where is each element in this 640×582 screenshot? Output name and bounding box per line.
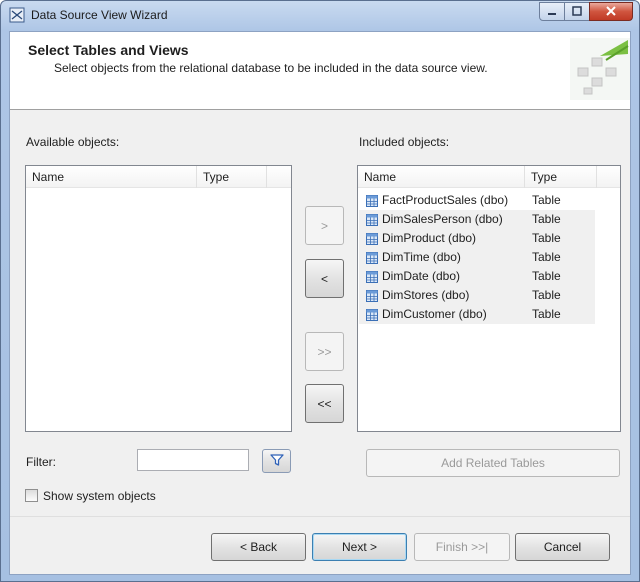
add-all-button[interactable]: >> [305,332,344,371]
table-type-cell: Table [532,193,561,207]
add-related-tables-button[interactable]: Add Related Tables [366,449,620,477]
table-row[interactable]: DimDate (dbo) Table [359,267,595,286]
table-name-cell: DimProduct (dbo) [382,231,477,245]
maximize-icon [572,5,582,19]
table-icon [366,289,378,302]
page-subtitle: Select objects from the relational datab… [54,61,488,75]
table-icon [366,270,378,283]
table-name-cell: DimStores (dbo) [382,288,470,302]
back-button[interactable]: < Back [211,533,306,561]
table-name-cell: DimCustomer (dbo) [382,307,487,321]
finish-button[interactable]: Finish >>| [414,533,510,561]
wizard-header: Select Tables and Views Select objects f… [10,32,630,110]
table-row[interactable]: DimTime (dbo) Table [359,248,595,267]
table-name-cell: DimTime (dbo) [382,250,461,264]
included-name-column[interactable]: Name [358,166,525,188]
table-name-cell: DimSalesPerson (dbo) [382,212,503,226]
included-rows: FactProductSales (dbo) Table DimSalesPerso… [359,191,595,324]
show-system-objects-label[interactable]: Show system objects [43,489,156,503]
table-row[interactable]: FactProductSales (dbo) Table [359,191,595,210]
maximize-button[interactable] [564,2,590,21]
minimize-icon [547,5,557,19]
table-type-cell: Table [532,288,561,302]
table-name-cell: FactProductSales (dbo) [382,193,509,207]
table-icon [366,194,378,207]
wizard-window: Data Source View Wizard Select Tables an… [0,0,640,582]
filter-icon [269,453,284,470]
table-row[interactable]: DimProduct (dbo) Table [359,229,595,248]
wizard-banner-graphic [570,38,630,100]
caption-buttons [539,2,633,21]
next-button[interactable]: Next > [312,533,407,561]
filter-label: Filter: [26,455,56,469]
table-row[interactable]: DimCustomer (dbo) Table [359,305,595,324]
cancel-button[interactable]: Cancel [515,533,610,561]
title-bar[interactable]: Data Source View Wizard [1,1,639,29]
table-type-cell: Table [532,231,561,245]
show-system-objects-checkbox[interactable] [25,489,38,502]
table-type-cell: Table [532,212,561,226]
table-icon [366,251,378,264]
available-name-column[interactable]: Name [26,166,197,188]
included-list-header: Name Type [358,166,620,188]
available-list-header: Name Type [26,166,291,188]
minimize-button[interactable] [539,2,565,21]
page-title: Select Tables and Views [28,42,189,58]
table-icon [366,308,378,321]
table-row[interactable]: DimSalesPerson (dbo) Table [359,210,595,229]
table-name-cell: DimDate (dbo) [382,269,461,283]
close-button[interactable] [589,2,633,21]
included-type-column[interactable]: Type [525,166,597,188]
available-objects-list[interactable]: Name Type [25,165,292,432]
table-row[interactable]: DimStores (dbo) Table [359,286,595,305]
footer-separator [10,516,630,517]
available-type-column[interactable]: Type [197,166,267,188]
table-type-cell: Table [532,250,561,264]
data-source-view-icon [9,7,25,23]
wizard-client-area: Select Tables and Views Select objects f… [9,31,631,575]
close-icon [605,5,617,19]
table-icon [366,213,378,226]
filter-input[interactable] [137,449,249,471]
included-objects-label: Included objects: [359,135,450,149]
add-selected-button[interactable]: > [305,206,344,245]
window-title: Data Source View Wizard [31,8,168,22]
included-objects-list[interactable]: Name Type FactProductSales (dbo) Table Dim… [357,165,621,432]
table-type-cell: Table [532,307,561,321]
table-type-cell: Table [532,269,561,283]
table-icon [366,232,378,245]
apply-filter-button[interactable] [262,449,291,473]
remove-selected-button[interactable]: < [305,259,344,298]
available-objects-label: Available objects: [26,135,120,149]
remove-all-button[interactable]: << [305,384,344,423]
